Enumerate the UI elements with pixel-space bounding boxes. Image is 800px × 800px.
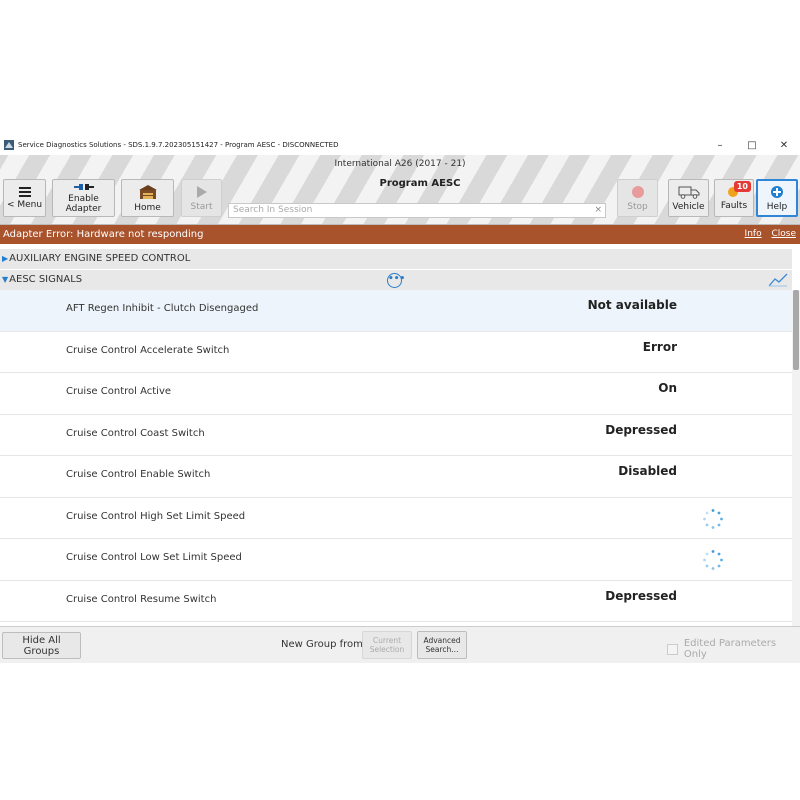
more-options-icon[interactable]: ••• (387, 273, 405, 288)
parameter-value: Depressed (605, 422, 677, 437)
parameter-value: Not available (587, 298, 677, 312)
parameter-list: AFT Regen Inhibit - Clutch Disengaged No… (0, 290, 792, 626)
home-button[interactable]: Home (121, 179, 174, 217)
current-selection-label-2: Selection (369, 645, 405, 654)
minimize-button[interactable]: – (704, 135, 736, 155)
faults-button[interactable]: 10 Faults (714, 179, 754, 217)
parameter-value: Error (642, 339, 677, 354)
vertical-scrollbar[interactable] (792, 290, 800, 626)
app-window: Service Diagnostics Solutions - SDS.1.9.… (0, 135, 800, 663)
faults-label: Faults (720, 200, 748, 211)
parameter-name: Cruise Control Resume Switch (66, 593, 217, 605)
info-link[interactable]: Info (745, 229, 762, 239)
advanced-search-label-2: Search... (425, 645, 459, 654)
parameter-row[interactable]: Cruise Control Active On (0, 373, 792, 415)
parameter-value: Disabled (618, 464, 677, 478)
app-logo-icon (4, 140, 14, 150)
start-button[interactable]: Start (181, 179, 222, 217)
expand-triangle-icon[interactable]: ▶ (2, 254, 8, 263)
group-title: AESC SIGNALS (9, 274, 83, 285)
loading-spinner-icon (703, 550, 723, 570)
parameter-row[interactable]: Cruise Control Enable Switch Disabled (0, 456, 792, 498)
parameter-value: Depressed (605, 588, 677, 603)
start-label: Start (190, 201, 213, 212)
parameter-name: Cruise Control Low Set Limit Speed (66, 552, 242, 563)
stop-label: Stop (627, 201, 648, 212)
error-message: Adapter Error: Hardware not responding (3, 229, 204, 240)
vehicle-label: Vehicle (672, 201, 705, 212)
parameter-value: On (658, 381, 677, 395)
hamburger-icon (18, 186, 31, 197)
edited-only-label: Edited Parameters Only (683, 638, 777, 660)
parameter-name: Cruise Control Active (66, 386, 172, 397)
vehicle-button[interactable]: Vehicle (668, 179, 709, 217)
new-group-label: New Group from: (281, 639, 367, 650)
home-label: Home (134, 202, 161, 213)
help-button[interactable]: Help (756, 179, 798, 217)
group-header-aesc-signals[interactable]: ▼AESC SIGNALS ••• (0, 270, 792, 290)
parameter-name: Cruise Control Accelerate Switch (66, 344, 230, 356)
toolbar: International A26 (2017 - 21) Program AE… (0, 155, 800, 225)
close-window-button[interactable]: ✕ (768, 135, 800, 155)
enable-adapter-button[interactable]: Enable Adapter (52, 179, 115, 217)
parameter-row[interactable]: Cruise Control Low Set Limit Speed (0, 539, 792, 581)
window-title: Service Diagnostics Solutions - SDS.1.9.… (18, 141, 339, 149)
menu-button[interactable]: < Menu (3, 179, 46, 217)
stop-button[interactable]: Stop (617, 179, 658, 217)
enable-adapter-label-1: Enable (68, 193, 99, 204)
loading-spinner-icon (703, 508, 723, 529)
current-selection-button[interactable]: Current Selection (362, 631, 412, 659)
title-bar: Service Diagnostics Solutions - SDS.1.9.… (0, 135, 800, 155)
menu-label: < Menu (6, 199, 43, 210)
collapse-triangle-icon[interactable]: ▼ (2, 275, 8, 284)
parameter-name: Cruise Control Enable Switch (66, 469, 211, 480)
search-input[interactable]: Search In Session × (228, 203, 606, 218)
scrollbar-thumb[interactable] (793, 290, 799, 370)
clear-search-icon[interactable]: × (594, 204, 602, 217)
edited-only-checkbox[interactable] (667, 643, 678, 655)
vehicle-description: International A26 (2017 - 21) (334, 159, 466, 169)
parameter-row[interactable]: Cruise Control Resume Switch Depressed (0, 580, 792, 622)
parameter-row[interactable]: Cruise Control Accelerate Switch Error (0, 331, 792, 373)
edited-parameters-only-toggle[interactable]: Edited Parameters Only (667, 638, 800, 660)
stop-record-icon (631, 185, 644, 198)
search-placeholder: Search In Session (233, 205, 313, 215)
help-plus-icon (771, 185, 783, 198)
current-selection-label-1: Current (372, 636, 402, 645)
faults-count-badge: 10 (733, 181, 751, 192)
group-title: AUXILIARY ENGINE SPEED CONTROL (9, 253, 191, 264)
parameter-row[interactable]: AFT Regen Inhibit - Clutch Disengaged No… (0, 290, 792, 332)
plug-connector-icon (73, 183, 94, 190)
chart-graph-icon[interactable] (768, 273, 788, 287)
parameter-row[interactable]: Cruise Control Coast Switch Depressed (0, 414, 792, 456)
enable-adapter-label-2: Adapter (65, 203, 102, 214)
parameter-name: Cruise Control High Set Limit Speed (66, 510, 246, 522)
parameter-name: Cruise Control Coast Switch (66, 427, 205, 439)
close-error-link[interactable]: Close (771, 229, 796, 239)
advanced-search-button[interactable]: Advanced Search... (417, 631, 467, 659)
adapter-error-bar: Adapter Error: Hardware not responding I… (0, 225, 800, 244)
bottom-bar: Hide All Groups New Group from: Current … (0, 626, 800, 663)
group-header-auxiliary-engine-speed-control[interactable]: ▶AUXILIARY ENGINE SPEED CONTROL (0, 249, 792, 269)
parameter-row[interactable]: Cruise Control High Set Limit Speed (0, 497, 792, 539)
truck-icon (678, 186, 699, 199)
help-label: Help (766, 201, 788, 212)
hide-all-groups-button[interactable]: Hide All Groups (2, 632, 81, 659)
maximize-button[interactable]: □ (736, 135, 768, 155)
advanced-search-label-1: Advanced (423, 636, 461, 645)
play-icon (196, 185, 207, 198)
garage-icon (138, 184, 157, 199)
parameter-name: AFT Regen Inhibit - Clutch Disengaged (66, 303, 259, 314)
